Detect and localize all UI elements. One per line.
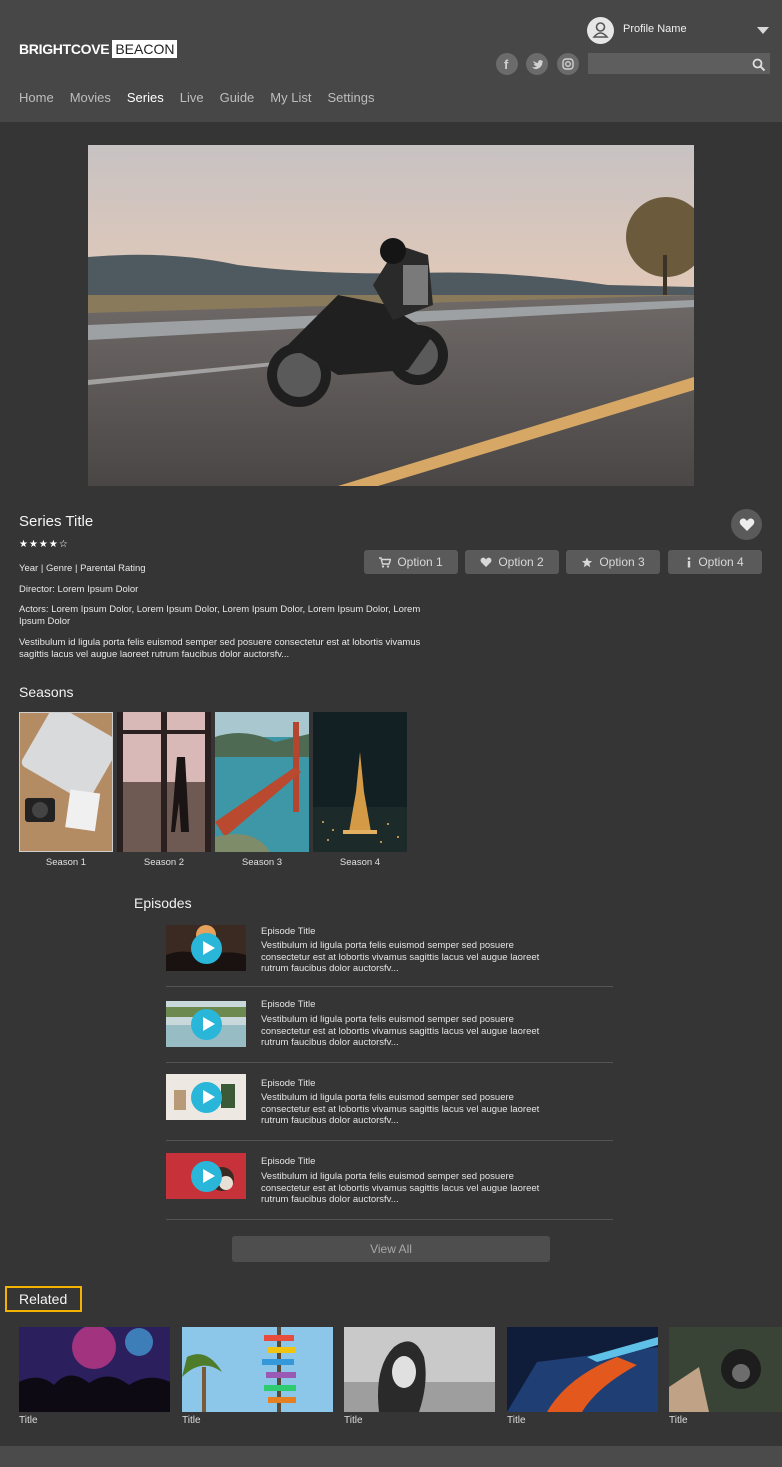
episode-1-thumbnail[interactable] <box>166 925 246 971</box>
series-actors: Actors: Lorem Ipsum Dolor, Lorem Ipsum D… <box>19 604 421 627</box>
instagram-icon[interactable] <box>557 53 579 75</box>
series-description: Vestibulum id ligula porta felis euismod… <box>19 637 421 660</box>
svg-text:f: f <box>504 57 509 72</box>
episode-1-description: Vestibulum id ligula porta felis euismod… <box>261 940 540 974</box>
nav-item-guide[interactable]: Guide <box>220 90 255 105</box>
footer <box>0 1446 782 1467</box>
main-nav: Home Movies Series Live Guide My List Se… <box>19 90 390 105</box>
related-item-3-thumbnail[interactable] <box>344 1327 495 1412</box>
season-3-thumbnail[interactable] <box>215 712 309 852</box>
season-4-thumbnail[interactable] <box>313 712 407 852</box>
episodes-heading: Episodes <box>134 895 192 911</box>
episode-3-description: Vestibulum id ligula porta felis euismod… <box>261 1092 540 1126</box>
play-icon[interactable] <box>191 1009 222 1040</box>
related-item-5-title[interactable]: Title <box>669 1415 688 1426</box>
heart-icon <box>739 518 754 531</box>
facebook-icon[interactable]: f <box>496 53 518 75</box>
related-item-4-title[interactable]: Title <box>507 1415 526 1426</box>
episode-2-thumbnail[interactable] <box>166 1001 246 1047</box>
search-input[interactable] <box>588 53 770 74</box>
chevron-down-icon[interactable] <box>757 27 769 34</box>
season-2-label: Season 2 <box>143 857 185 868</box>
brand-name-part2: BEACON <box>112 40 178 58</box>
episode-1-title[interactable]: Episode Title <box>261 926 315 937</box>
search-icon[interactable] <box>752 57 766 72</box>
related-item-1-thumbnail[interactable] <box>19 1327 170 1412</box>
episode-divider <box>166 1140 613 1141</box>
episode-4-title[interactable]: Episode Title <box>261 1156 315 1167</box>
related-item-2-thumbnail[interactable] <box>182 1327 333 1412</box>
option-2-button[interactable]: Option 2 <box>465 550 559 574</box>
seasons-heading: Seasons <box>19 684 74 700</box>
episode-divider <box>166 986 613 987</box>
episode-3-title[interactable]: Episode Title <box>261 1078 315 1089</box>
related-item-5-thumbnail[interactable] <box>669 1327 782 1412</box>
nav-item-movies[interactable]: Movies <box>70 90 111 105</box>
related-item-3-title[interactable]: Title <box>344 1415 363 1426</box>
play-icon[interactable] <box>191 1161 222 1192</box>
info-icon <box>688 556 691 567</box>
nav-item-settings[interactable]: Settings <box>327 90 374 105</box>
star-icon <box>582 556 593 567</box>
user-icon[interactable] <box>587 17 614 44</box>
season-4-label: Season 4 <box>339 857 381 868</box>
nav-item-live[interactable]: Live <box>180 90 204 105</box>
season-2-thumbnail[interactable] <box>117 712 211 852</box>
option-1-label: Option 1 <box>397 555 443 569</box>
nav-item-my-list[interactable]: My List <box>270 90 311 105</box>
profile-name[interactable]: Profile Name <box>623 23 687 35</box>
option-1-button[interactable]: Option 1 <box>364 550 458 574</box>
episode-2-title[interactable]: Episode Title <box>261 999 315 1010</box>
season-1-thumbnail[interactable] <box>19 712 113 852</box>
season-1-label: Season 1 <box>45 857 87 868</box>
twitter-icon[interactable] <box>526 53 548 75</box>
hero-image[interactable] <box>88 145 694 486</box>
season-3-label: Season 3 <box>241 857 283 868</box>
episode-4-thumbnail[interactable] <box>166 1153 246 1199</box>
related-item-1-title[interactable]: Title <box>19 1415 38 1426</box>
related-item-2-title[interactable]: Title <box>182 1415 201 1426</box>
option-3-label: Option 3 <box>599 555 645 569</box>
nav-item-home[interactable]: Home <box>19 90 54 105</box>
option-4-button[interactable]: Option 4 <box>668 550 762 574</box>
play-icon[interactable] <box>191 1082 222 1113</box>
episode-4-description: Vestibulum id ligula porta felis euismod… <box>261 1171 540 1205</box>
star-rating: ★★★★☆ <box>19 539 69 550</box>
series-title: Series Title <box>19 513 94 530</box>
nav-item-series[interactable]: Series <box>127 90 164 105</box>
favorite-button[interactable] <box>731 509 762 540</box>
view-all-button[interactable]: View All <box>232 1236 550 1262</box>
series-director: Director: Lorem Ipsum Dolor <box>19 584 139 595</box>
option-4-label: Option 4 <box>698 555 744 569</box>
episode-2-description: Vestibulum id ligula porta felis euismod… <box>261 1014 540 1048</box>
cart-icon <box>379 556 392 568</box>
play-icon[interactable] <box>191 933 222 964</box>
episode-3-thumbnail[interactable] <box>166 1074 246 1120</box>
related-heading: Related <box>5 1286 82 1312</box>
option-2-label: Option 2 <box>498 555 544 569</box>
episode-divider <box>166 1062 613 1063</box>
episode-divider <box>166 1219 613 1220</box>
brand-logo[interactable]: BRIGHTCOVE BEACON <box>19 38 178 60</box>
related-item-4-thumbnail[interactable] <box>507 1327 658 1412</box>
brand-name-part1: BRIGHTCOVE <box>19 41 110 57</box>
heart-icon <box>480 557 492 567</box>
option-3-button[interactable]: Option 3 <box>566 550 660 574</box>
